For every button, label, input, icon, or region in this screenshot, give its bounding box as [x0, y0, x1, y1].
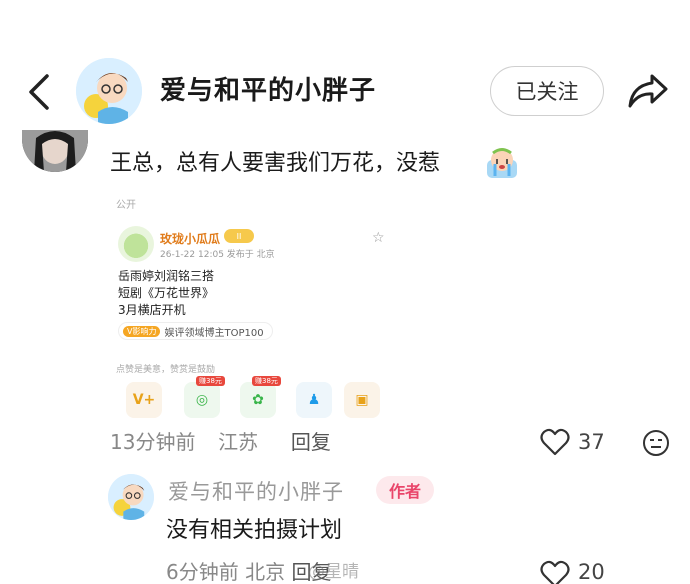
moments-icon: ✿	[240, 382, 276, 418]
back-button[interactable]	[22, 70, 56, 114]
reply-time: 6分钟前	[166, 560, 239, 584]
share-arrow-icon	[628, 74, 668, 108]
author-badge: 作者	[376, 476, 434, 504]
wechat-icon: ◎	[184, 382, 220, 418]
save-image-icon: ▣	[344, 382, 380, 418]
earn-badge: 赚38元	[252, 376, 281, 386]
like-count: 20	[578, 560, 605, 584]
earn-badge: 赚38元	[196, 376, 225, 386]
vplus-icon: V+	[126, 382, 162, 418]
attached-screenshot[interactable]: 公开 玫珑小瓜瓜 II 26-1-22 12:05 发布于 北京 ☆ 岳雨婷刘润…	[112, 192, 394, 420]
level-badge: II	[224, 229, 254, 243]
reply-author-avatar[interactable]	[108, 474, 154, 520]
embedded-post-meta: 26-1-22 12:05 发布于 北京	[160, 250, 275, 260]
visibility-label: 公开	[116, 200, 136, 211]
embedded-author-avatar	[118, 226, 154, 262]
crying-face-icon	[484, 146, 520, 182]
embedded-post-line: 3月横店开机	[118, 303, 186, 317]
qq-icon: ♟	[296, 382, 332, 418]
share-button[interactable]	[626, 70, 670, 112]
avatar-image	[22, 130, 88, 172]
chevron-left-icon	[29, 74, 49, 110]
comment-time: 13分钟前	[110, 430, 196, 454]
comment-text: 王总，总有人要害我们万花，没惹	[110, 151, 441, 176]
reply-button[interactable]: 回复	[291, 430, 331, 454]
watermark: @星晴	[308, 562, 359, 582]
embedded-author-name: 玫珑小瓜瓜	[160, 232, 221, 246]
star-icon: ☆	[372, 230, 385, 246]
avatar-image	[108, 474, 154, 520]
like-count: 37	[578, 430, 605, 454]
embedded-post-line: 短剧《万花世界》	[118, 286, 215, 300]
follow-button[interactable]: 已关注	[490, 66, 604, 116]
influence-tag: V影响力 娱评领域博主TOP100	[118, 322, 273, 340]
commenter-avatar[interactable]	[22, 130, 88, 172]
reply-author-name[interactable]: 爱与和平的小胖子	[168, 478, 344, 506]
author-avatar[interactable]	[76, 58, 142, 124]
reply-location: 北京	[245, 560, 286, 584]
author-name[interactable]: 爱与和平的小胖子	[160, 74, 376, 108]
comment-location: 江苏	[218, 430, 259, 454]
influence-tag-prefix: V影响力	[123, 325, 161, 337]
avatar-image	[76, 58, 142, 124]
like-hint: 点赞是美意，赞赏是鼓励	[116, 365, 216, 375]
comment-meta: 13分钟前 江苏 回复	[110, 428, 331, 456]
reply-meta: 6分钟前 北京 回复	[166, 558, 331, 584]
influence-tag-text: 娱评领域博主TOP100	[164, 327, 264, 339]
heart-icon[interactable]	[540, 428, 570, 456]
reply-text: 没有相关拍摄计划	[166, 518, 343, 543]
embedded-post-line: 岳雨婷刘润铭三搭	[118, 269, 215, 283]
emoji-reaction-icon[interactable]	[642, 429, 670, 457]
heart-icon[interactable]	[540, 560, 570, 584]
